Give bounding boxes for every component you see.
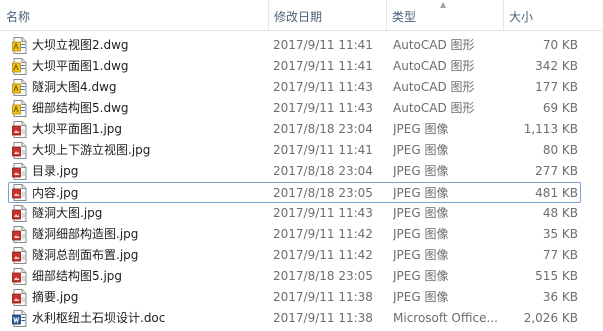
file-type: JPEG 图像 — [393, 164, 449, 178]
column-header-name[interactable]: 名称 — [0, 0, 268, 30]
file-date: 2017/9/11 11:41 — [273, 38, 373, 52]
file-name: 大坝立视图2.dwg — [32, 38, 129, 52]
file-date: 2017/8/18 23:04 — [273, 122, 373, 136]
file-row[interactable]: 细部结构图5.jpg 2017/8/18 23:05 JPEG 图像 515 KB — [0, 266, 603, 287]
file-row[interactable]: 隧洞总剖面布置.jpg 2017/9/11 11:42 JPEG 图像 77 KB — [0, 245, 603, 266]
file-type: AutoCAD 图形 — [393, 101, 475, 115]
file-type: JPEG 图像 — [393, 290, 449, 304]
file-type: AutoCAD 图形 — [393, 38, 475, 52]
file-size: 515 KB — [535, 269, 578, 283]
file-type: JPEG 图像 — [393, 122, 449, 136]
file-type: JPEG 图像 — [393, 269, 449, 283]
file-row[interactable]: 目录.jpg 2017/8/18 23:04 JPEG 图像 277 KB — [0, 161, 603, 182]
file-date: 2017/9/11 11:38 — [273, 290, 373, 304]
file-size: 342 KB — [535, 59, 578, 73]
jpg-file-icon — [12, 184, 28, 201]
file-date: 2017/9/11 11:43 — [273, 80, 373, 94]
file-name: 摘要.jpg — [32, 290, 79, 304]
file-name: 隧洞大图4.dwg — [32, 80, 117, 94]
dwg-file-icon — [12, 37, 28, 54]
dwg-file-icon — [12, 58, 28, 75]
file-size: 1,113 KB — [523, 122, 578, 136]
file-type: Microsoft Office... — [393, 311, 498, 325]
file-type: AutoCAD 图形 — [393, 59, 475, 73]
file-size: 35 KB — [542, 227, 578, 241]
column-header-date[interactable]: 修改日期 — [268, 0, 386, 30]
file-row[interactable]: 隧洞细部构造图.jpg 2017/9/11 11:42 JPEG 图像 35 KB — [0, 224, 603, 245]
file-date: 2017/9/11 11:43 — [273, 101, 373, 115]
file-size: 77 KB — [542, 248, 578, 262]
jpg-file-icon — [12, 121, 28, 138]
file-row[interactable]: 隧洞大图.jpg 2017/9/11 11:43 JPEG 图像 48 KB — [0, 203, 603, 224]
file-date: 2017/9/11 11:42 — [273, 248, 373, 262]
file-date: 2017/8/18 23:04 — [273, 164, 373, 178]
file-name: 隧洞大图.jpg — [32, 206, 103, 220]
file-row[interactable]: 大坝上下游立视图.jpg 2017/9/11 11:41 JPEG 图像 80 KB — [0, 140, 603, 161]
file-size: 2,026 KB — [523, 311, 578, 325]
file-row[interactable]: 水利枢纽土石坝设计.doc 2017/9/11 11:38 Microsoft Of… — [0, 308, 603, 329]
file-type: AutoCAD 图形 — [393, 80, 475, 94]
file-name: 大坝平面图1.jpg — [32, 122, 123, 136]
file-size: 177 KB — [535, 80, 578, 94]
file-size: 48 KB — [542, 206, 578, 220]
file-date: 2017/9/11 11:41 — [273, 59, 373, 73]
file-date: 2017/9/11 11:42 — [273, 227, 373, 241]
file-name: 细部结构图5.dwg — [32, 101, 129, 115]
file-date: 2017/8/18 23:05 — [273, 269, 373, 283]
file-name: 大坝平面图1.dwg — [32, 59, 129, 73]
file-row[interactable]: 细部结构图5.dwg 2017/9/11 11:43 AutoCAD 图形 69 KB — [0, 98, 603, 119]
file-date: 2017/9/11 11:38 — [273, 311, 373, 325]
file-date: 2017/8/18 23:05 — [273, 186, 373, 200]
file-name: 目录.jpg — [32, 164, 79, 178]
file-name: 隧洞细部构造图.jpg — [32, 227, 139, 241]
file-size: 70 KB — [542, 38, 578, 52]
jpg-file-icon — [12, 247, 28, 264]
file-row[interactable]: 摘要.jpg 2017/9/11 11:38 JPEG 图像 36 KB — [0, 287, 603, 308]
sort-arrow-icon: ▲ — [440, 0, 447, 9]
file-type: JPEG 图像 — [393, 227, 449, 241]
jpg-file-icon — [12, 205, 28, 222]
file-size: 36 KB — [542, 290, 578, 304]
file-name: 内容.jpg — [32, 186, 79, 200]
file-name: 隧洞总剖面布置.jpg — [32, 248, 139, 262]
file-type: JPEG 图像 — [393, 206, 449, 220]
file-row[interactable]: 大坝平面图1.dwg 2017/9/11 11:41 AutoCAD 图形 342 K… — [0, 56, 603, 77]
file-size: 69 KB — [542, 101, 578, 115]
dwg-file-icon — [12, 100, 28, 117]
jpg-file-icon — [12, 142, 28, 159]
file-type: JPEG 图像 — [393, 186, 449, 200]
file-date: 2017/9/11 11:43 — [273, 206, 373, 220]
file-row[interactable]: 隧洞大图4.dwg 2017/9/11 11:43 AutoCAD 图形 177 KB — [0, 77, 603, 98]
file-row[interactable]: 大坝立视图2.dwg 2017/9/11 11:41 AutoCAD 图形 70 KB — [0, 35, 603, 56]
column-header-bar: 名称 修改日期 类型 ▲ 大小 — [0, 0, 603, 31]
file-size: 481 KB — [535, 186, 578, 200]
file-size: 80 KB — [542, 143, 578, 157]
doc-file-icon — [12, 310, 28, 327]
jpg-file-icon — [12, 163, 28, 180]
file-row[interactable]: 内容.jpg 2017/8/18 23:05 JPEG 图像 481 KB — [8, 182, 581, 203]
file-name: 大坝上下游立视图.jpg — [32, 143, 151, 157]
file-type: JPEG 图像 — [393, 143, 449, 157]
file-name: 水利枢纽土石坝设计.doc — [32, 311, 166, 325]
dwg-file-icon — [12, 79, 28, 96]
jpg-file-icon — [12, 226, 28, 243]
file-date: 2017/9/11 11:41 — [273, 143, 373, 157]
file-size: 277 KB — [535, 164, 578, 178]
column-header-size[interactable]: 大小 — [503, 0, 603, 30]
jpg-file-icon — [12, 268, 28, 285]
file-type: JPEG 图像 — [393, 248, 449, 262]
jpg-file-icon — [12, 289, 28, 306]
file-row[interactable]: 大坝平面图1.jpg 2017/8/18 23:04 JPEG 图像 1,113 KB — [0, 119, 603, 140]
file-name: 细部结构图5.jpg — [32, 269, 123, 283]
